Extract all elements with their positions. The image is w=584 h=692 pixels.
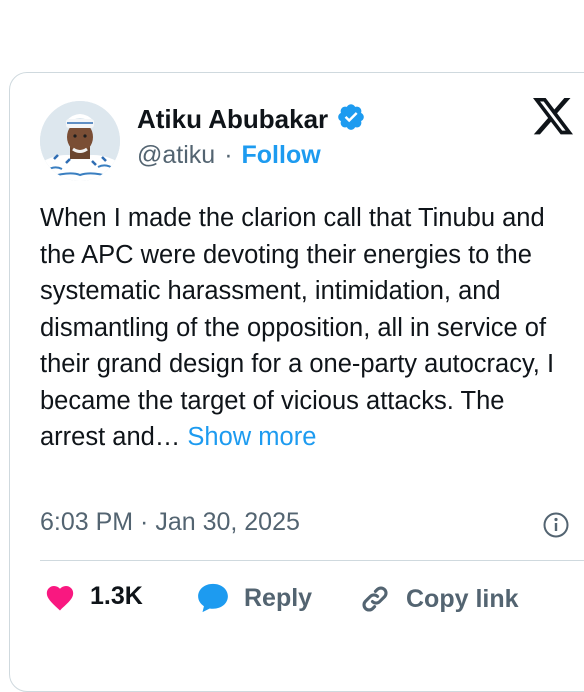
show-more-link[interactable]: Show more xyxy=(187,423,316,451)
verified-badge-icon xyxy=(336,102,366,137)
link-icon xyxy=(358,582,392,616)
author-name[interactable]: Atiku Abubakar xyxy=(137,104,328,135)
reply-button[interactable]: Reply xyxy=(196,582,312,614)
follow-button[interactable]: Follow xyxy=(242,141,321,170)
handle-separator: · xyxy=(224,141,233,169)
copy-link-label: Copy link xyxy=(406,584,519,613)
x-logo-icon[interactable] xyxy=(531,98,575,138)
info-icon[interactable] xyxy=(543,512,569,538)
tweet-body: When I made the clarion call that Tinubu… xyxy=(40,204,555,451)
heart-icon xyxy=(44,582,76,611)
author-handle-row: @atiku · Follow xyxy=(137,141,321,170)
reply-label: Reply xyxy=(244,583,313,612)
tweet-text: When I made the clarion call that Tinubu… xyxy=(40,200,570,456)
copy-link-button[interactable]: Copy link xyxy=(358,582,519,616)
divider xyxy=(40,560,584,561)
author-handle[interactable]: @atiku xyxy=(137,141,215,170)
author-avatar[interactable] xyxy=(40,101,120,181)
like-button[interactable]: 1.3K xyxy=(44,582,143,611)
like-count: 1.3K xyxy=(90,582,143,610)
reply-bubble-icon xyxy=(196,582,230,614)
author-name-row: Atiku Abubakar xyxy=(137,102,366,137)
tweet-timestamp[interactable]: 6:03 PM · Jan 30, 2025 xyxy=(40,508,300,537)
